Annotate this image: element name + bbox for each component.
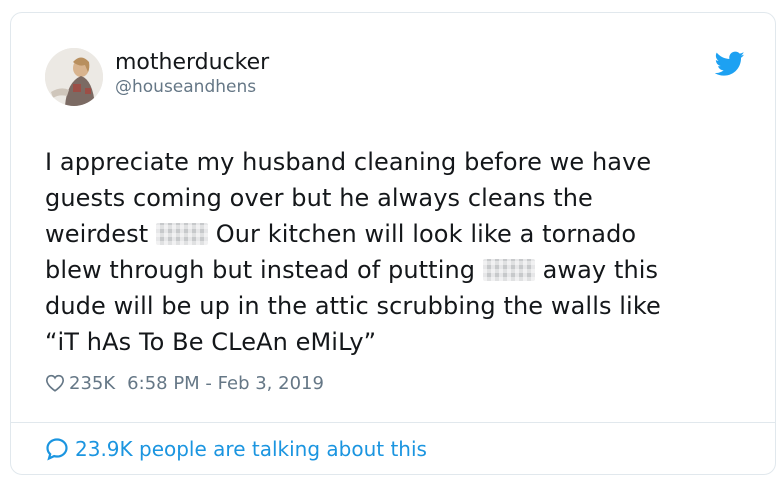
tweet-text-segment: Our kitchen will look like a tornado (215, 220, 637, 248)
conversation-count-label[interactable]: 23.9K people are talking about this (75, 437, 427, 461)
heart-icon[interactable] (45, 374, 65, 392)
tweet-text: I appreciate my husband cleaning before … (45, 144, 745, 360)
tweet-text-line: weirdest Our kitchen will look like a to… (45, 216, 745, 252)
tweet-text-line: guests coming over but he always cleans … (45, 184, 593, 212)
user-handle[interactable]: @houseandhens (115, 77, 256, 97)
blurred-emoji (482, 259, 535, 281)
blurred-emoji (155, 223, 208, 245)
tweet-card[interactable]: motherducker @houseandhens I appreciate … (10, 12, 776, 475)
tweet-text-segment: away this (542, 256, 659, 284)
tweet-text-segment: blew through but instead of putting (45, 256, 476, 284)
twitter-bird-icon[interactable] (715, 51, 745, 77)
tweet-meta: 235K 6:58 PM - Feb 3, 2019 (45, 369, 324, 397)
tweet-text-line: blew through but instead of putting away… (45, 252, 745, 288)
conversation-link[interactable]: 23.9K people are talking about this (45, 437, 427, 461)
display-name[interactable]: motherducker (115, 50, 269, 75)
tweet-text-segment: weirdest (45, 220, 149, 248)
timestamp[interactable]: 6:58 PM - Feb 3, 2019 (127, 373, 324, 394)
comment-bubble-icon (46, 438, 68, 461)
avatar[interactable] (45, 48, 103, 106)
divider (11, 422, 775, 423)
tweet-text-line: dude will be up in the attic scrubbing t… (45, 292, 661, 320)
tweet-text-line: “iT hAs To Be CLeAn eMiLy” (45, 328, 377, 356)
tweet-text-line: I appreciate my husband cleaning before … (45, 148, 652, 176)
like-count[interactable]: 235K (69, 373, 115, 394)
